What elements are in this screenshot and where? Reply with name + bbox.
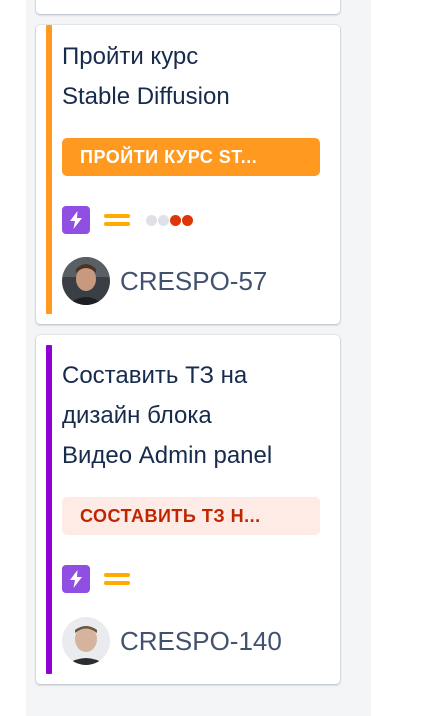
issue-key[interactable]: CRESPO-140: [120, 617, 282, 665]
board-gutter: [371, 0, 432, 716]
priority-medium-icon: [104, 569, 130, 589]
issue-key[interactable]: CRESPO-57: [120, 257, 267, 305]
lightning-icon: [62, 206, 90, 234]
avatar[interactable]: [62, 617, 110, 665]
card-title: Пройти курс Stable Diffusion: [62, 37, 324, 117]
epic-badge[interactable]: СОСТАВИТЬ ТЗ Н...: [62, 497, 320, 535]
card-footer: CRESPO-140: [62, 617, 282, 665]
card-title-line: Stable Diffusion: [62, 83, 230, 110]
epic-color-stripe: [46, 345, 52, 674]
card-meta-row: [62, 206, 193, 234]
lightning-icon: [62, 565, 90, 593]
epic-color-stripe: [46, 25, 52, 314]
card-previous-partial[interactable]: [36, 0, 340, 14]
epic-badge[interactable]: ПРОЙТИ КУРС ST...: [62, 138, 320, 176]
card-title-line: Составить ТЗ на: [62, 362, 248, 389]
avatar[interactable]: [62, 257, 110, 305]
card-meta-row: [62, 565, 130, 593]
issue-card[interactable]: Составить ТЗ на дизайн блока Видео Admin…: [36, 335, 340, 684]
card-title-line: Пройти курс: [62, 43, 199, 70]
card-title: Составить ТЗ на дизайн блока Видео Admin…: [62, 356, 324, 476]
card-title-line: Видео Admin panel: [62, 442, 273, 469]
card-footer: CRESPO-57: [62, 257, 267, 305]
dots-icon: [146, 214, 193, 226]
issue-card[interactable]: Пройти курс Stable Diffusion ПРОЙТИ КУРС…: [36, 25, 340, 324]
card-title-line: дизайн блока: [62, 402, 212, 429]
priority-medium-icon: [104, 210, 130, 230]
